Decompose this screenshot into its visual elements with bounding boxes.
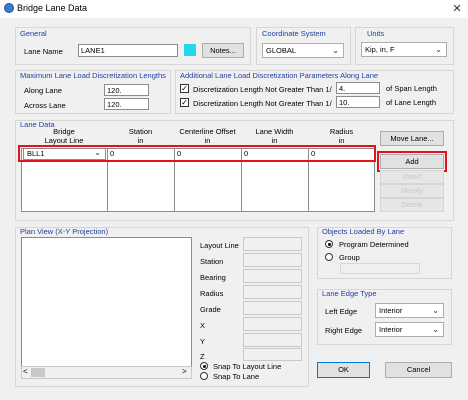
modify-button[interactable]: Modify [380,184,444,198]
across-lane-label: Across Lane [24,101,66,110]
row-highlight [18,145,376,162]
cancel-button[interactable]: Cancel [385,362,452,378]
lane-name-input[interactable]: LANE1 [78,44,178,57]
col-header-layout-line: Bridge Layout Line [44,127,84,145]
lane-length-input[interactable]: 10. [336,96,380,108]
move-lane-button[interactable]: Move Lane... [380,131,444,146]
insert-button[interactable]: Insert [380,170,444,184]
close-icon[interactable]: ✕ [450,2,464,16]
span-length-input[interactable]: 4. [336,82,380,94]
lane-length-checkbox[interactable]: ✓ [180,98,189,107]
station-label: Station [200,257,224,266]
snap-layout-radio[interactable] [200,362,208,370]
plan-view-group-title: Plan View (X-Y Projection) [20,227,109,236]
chevron-down-icon: ⌄ [435,45,442,54]
z-label: Z [200,352,205,361]
span-length-checkbox[interactable]: ✓ [180,84,189,93]
edge-group-title: Lane Edge Type [322,289,377,298]
right-edge-select[interactable]: Interior ⌄ [375,322,444,337]
notes-button[interactable]: Notes... [202,43,244,58]
z-field [243,348,302,361]
col-header-width: Lane Width in [255,127,294,145]
add-highlight [377,151,447,172]
snap-layout-label: Snap To Layout Line [213,362,282,371]
coord-system-select[interactable]: GLOBAL ⌄ [262,43,344,58]
along-lane-label: Along Lane [24,86,62,95]
group-radio[interactable] [325,253,333,261]
lane-name-label: Lane Name [24,47,63,56]
along-lane-input[interactable]: 120. [104,84,149,96]
units-group-title: Units [367,29,385,38]
units-select[interactable]: Kip, in, F ⌄ [361,42,447,57]
ok-button[interactable]: OK [317,362,370,378]
layout-line-field [243,237,302,251]
chevron-down-icon: ⌄ [432,306,439,315]
left-edge-value: Interior [379,306,403,315]
station-field [243,253,302,267]
coord-group-title: Coordinate System [262,29,326,38]
lane-length-suffix: of Lane Length [386,98,437,107]
objects-group-title: Objects Loaded By Lane [322,227,405,236]
radius-label: Radius [200,289,224,298]
bearing-field [243,269,302,283]
params-group-title: Additional Lane Load Discretization Para… [180,71,379,80]
coord-system-value: GLOBAL [266,46,297,55]
radius-field [243,285,302,299]
layout-line-label: Layout Line [200,241,239,250]
snap-lane-radio[interactable] [200,372,208,380]
app-icon [4,3,14,13]
scroll-left-icon[interactable]: < [23,367,28,377]
right-edge-value: Interior [379,325,403,334]
y-field [243,333,302,347]
x-label: X [200,321,206,330]
group-select [340,263,420,274]
units-value: Kip, in, F [365,45,395,54]
y-label: Y [200,337,206,346]
program-determined-label: Program Determined [339,240,409,249]
general-group-title: General [20,29,47,38]
scroll-right-icon[interactable]: > [182,367,187,377]
program-determined-radio[interactable] [325,240,333,248]
left-edge-select[interactable]: Interior ⌄ [375,303,444,318]
horizontal-scrollbar[interactable] [21,366,192,379]
right-edge-label: Right Edge [325,326,363,335]
bearing-label: Bearing [200,273,226,282]
grade-label: Grade [200,305,221,314]
lane-color-swatch[interactable] [184,44,196,56]
chevron-down-icon: ⌄ [332,46,339,55]
snap-lane-label: Snap To Lane [213,372,260,381]
plan-view-canvas[interactable] [21,237,192,368]
left-edge-label: Left Edge [325,307,358,316]
scrollbar-thumb[interactable] [31,368,45,377]
discretization-group-title: Maximum Lane Load Discretization Lengths [20,71,166,80]
col-header-radius: Radius in [329,127,354,145]
lane-length-label: Discretization Length Not Greater Than 1… [193,99,332,108]
grade-field [243,301,302,315]
chevron-down-icon: ⌄ [432,325,439,334]
across-lane-input[interactable]: 120. [104,98,149,110]
delete-button[interactable]: Delete [380,198,444,212]
col-header-station: Station in [128,127,153,145]
span-length-suffix: of Span Length [386,84,437,93]
window-title: Bridge Lane Data [17,3,88,13]
x-field [243,317,302,331]
col-header-offset: Centerline Offset in [179,127,236,145]
group-label: Group [339,253,360,262]
span-length-label: Discretization Length Not Greater Than 1… [193,85,332,94]
